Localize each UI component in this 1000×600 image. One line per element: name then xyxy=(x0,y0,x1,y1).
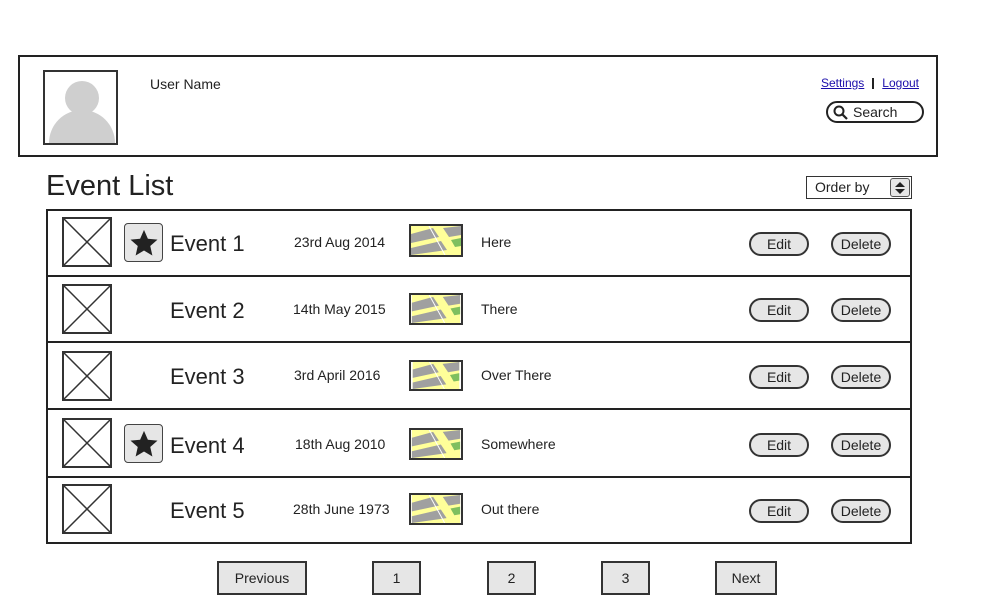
edit-button[interactable]: Edit xyxy=(749,298,809,322)
search-icon xyxy=(833,105,848,120)
image-placeholder-icon xyxy=(62,351,112,401)
edit-button[interactable]: Edit xyxy=(749,499,809,523)
delete-button[interactable]: Delete xyxy=(831,365,891,389)
map-thumbnail-icon xyxy=(409,224,463,257)
event-date: 23rd Aug 2014 xyxy=(294,234,386,250)
image-placeholder-icon xyxy=(62,484,112,534)
map-thumbnail-icon xyxy=(409,493,463,525)
page-title: Event List xyxy=(46,170,174,202)
order-by-label: Order by xyxy=(815,179,870,195)
star-icon[interactable] xyxy=(124,424,163,463)
user-avatar-icon xyxy=(43,70,118,145)
header-panel: User Name Settings Logout Search xyxy=(18,55,938,157)
delete-button[interactable]: Delete xyxy=(831,232,891,256)
user-name: User Name xyxy=(150,76,221,92)
event-location: Here xyxy=(481,234,512,250)
event-date: 3rd April 2016 xyxy=(294,367,381,383)
event-date: 28th June 1973 xyxy=(293,501,390,517)
image-placeholder-icon xyxy=(62,284,112,334)
page-1-button[interactable]: 1 xyxy=(372,561,421,595)
event-name: Event 4 xyxy=(170,433,245,458)
top-links: Settings Logout xyxy=(821,76,919,90)
star-icon[interactable] xyxy=(124,223,163,262)
map-thumbnail-icon xyxy=(409,428,463,460)
event-list: Event 1 23rd Aug 2014 Here Edit Delete E… xyxy=(46,209,912,544)
image-placeholder-icon xyxy=(62,217,112,267)
logout-link[interactable]: Logout xyxy=(882,76,919,90)
page-2-button[interactable]: 2 xyxy=(487,561,536,595)
up-down-arrows-icon[interactable] xyxy=(890,178,910,197)
delete-button[interactable]: Delete xyxy=(831,499,891,523)
event-row[interactable]: Event 2 14th May 2015 There Edit Delete xyxy=(48,277,910,343)
event-row[interactable]: Event 3 3rd April 2016 Over There Edit D… xyxy=(48,344,910,410)
map-thumbnail-icon xyxy=(409,293,463,325)
event-location: Somewhere xyxy=(481,436,556,452)
delete-button[interactable]: Delete xyxy=(831,433,891,457)
event-row[interactable]: Event 1 23rd Aug 2014 Here Edit Delete xyxy=(48,211,910,277)
search-placeholder: Search xyxy=(853,104,898,120)
event-row[interactable]: Event 4 18th Aug 2010 Somewhere Edit Del… xyxy=(48,411,910,478)
settings-link[interactable]: Settings xyxy=(821,76,864,90)
edit-button[interactable]: Edit xyxy=(749,365,809,389)
next-button[interactable]: Next xyxy=(715,561,777,595)
search-input[interactable]: Search xyxy=(826,101,924,123)
edit-button[interactable]: Edit xyxy=(749,433,809,457)
event-row[interactable]: Event 5 28th June 1973 Out there Edit De… xyxy=(48,478,910,544)
event-location: Out there xyxy=(481,501,540,517)
edit-button[interactable]: Edit xyxy=(749,232,809,256)
event-name: Event 5 xyxy=(170,498,245,523)
link-separator xyxy=(872,77,875,89)
event-name: Event 2 xyxy=(170,298,245,323)
event-date: 14th May 2015 xyxy=(293,301,386,317)
event-location: Over There xyxy=(481,367,552,383)
event-location: There xyxy=(481,301,518,317)
event-name: Event 3 xyxy=(170,364,245,389)
delete-button[interactable]: Delete xyxy=(831,298,891,322)
event-name: Event 1 xyxy=(170,231,245,256)
image-placeholder-icon xyxy=(62,418,112,468)
page-3-button[interactable]: 3 xyxy=(601,561,650,595)
order-by-select[interactable]: Order by xyxy=(806,176,912,199)
event-date: 18th Aug 2010 xyxy=(295,436,386,452)
previous-button[interactable]: Previous xyxy=(217,561,307,595)
map-thumbnail-icon xyxy=(409,360,463,391)
